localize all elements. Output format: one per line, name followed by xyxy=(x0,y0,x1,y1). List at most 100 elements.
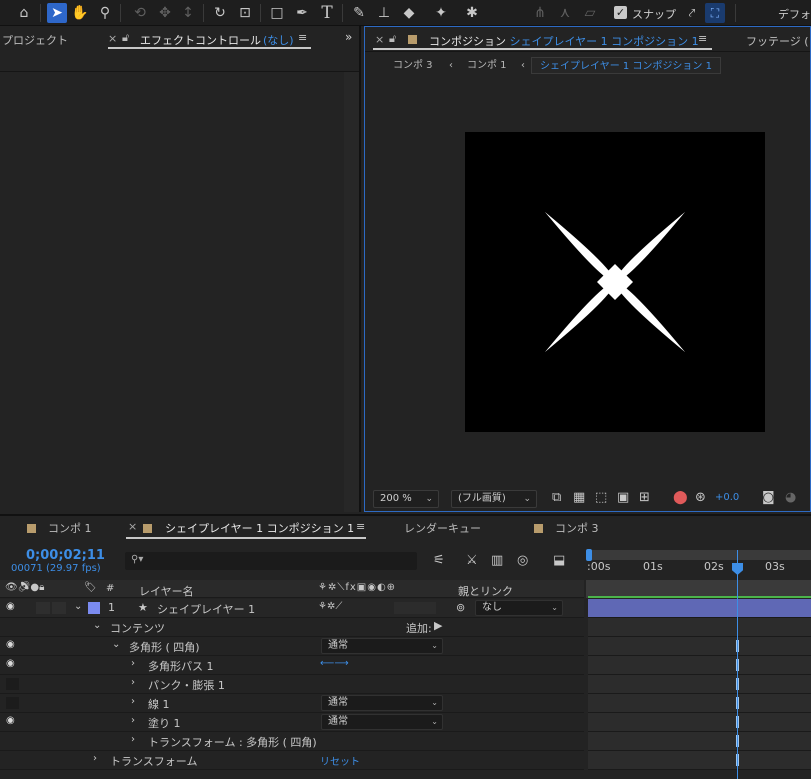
resolution-dropdown[interactable]: (フル画質) ⌄ xyxy=(451,490,537,508)
show-snapshot-icon[interactable]: ◕ xyxy=(785,490,796,505)
breadcrumb-item[interactable]: コンポ 3 xyxy=(393,57,433,74)
roto-brush-icon[interactable]: ✦ xyxy=(431,3,451,23)
frame-blending-icon[interactable]: ▥ xyxy=(491,553,503,568)
eye-icon[interactable]: ◉ xyxy=(6,639,15,650)
brush-tool-icon[interactable]: ✎ xyxy=(349,3,369,23)
blend-mode-dropdown[interactable]: 通常 ⌄ xyxy=(321,714,443,730)
lock-icon[interactable]: 🔓︎ xyxy=(122,31,129,45)
stroke-row[interactable]: › 線 1 通常 ⌄ xyxy=(0,694,584,713)
panel-menu-icon[interactable]: ≡ xyxy=(356,520,365,533)
blend-mode-dropdown[interactable]: 通常 ⌄ xyxy=(321,695,443,711)
color-management-icon[interactable]: ⊛ xyxy=(695,490,706,505)
chevron-right-icon[interactable]: › xyxy=(131,734,135,745)
rectangle-tool-icon[interactable]: □ xyxy=(267,3,287,23)
contents-row[interactable]: ⌄ コンテンツ 追加: ▶ xyxy=(0,618,584,637)
add-menu-icon[interactable]: ▶ xyxy=(434,619,442,632)
close-tab-icon[interactable]: × xyxy=(375,33,384,46)
close-tab-icon[interactable]: × xyxy=(128,520,137,533)
motion-blur-icon[interactable]: ◎ xyxy=(517,553,528,568)
switch-cells[interactable] xyxy=(394,602,436,614)
close-tab-icon[interactable]: × xyxy=(108,32,117,45)
snap-checkbox[interactable]: ✓ xyxy=(614,6,627,19)
tab-comp3[interactable]: コンポ 3 xyxy=(555,520,599,536)
puppet-pin-icon[interactable]: ✱ xyxy=(462,3,482,23)
path-direction-icon[interactable]: ⟵⟶ xyxy=(320,658,349,669)
tab-effect-controls[interactable]: エフェクトコントロール (なし) xyxy=(140,32,294,48)
pan-camera-icon[interactable]: ✥ xyxy=(155,3,175,23)
pen-tool-icon[interactable]: ✒ xyxy=(292,3,312,23)
chevron-right-icon[interactable]: › xyxy=(131,658,135,669)
mask-visibility-icon[interactable]: ⬚ xyxy=(595,490,607,505)
pickwhip-icon[interactable]: ⊚ xyxy=(456,601,465,614)
transform-row[interactable]: › トランスフォーム リセット xyxy=(0,751,584,770)
layer-search-input[interactable]: ⚲▾ xyxy=(125,552,417,570)
shy-layers-icon[interactable]: ⚔ xyxy=(466,553,478,568)
selection-tool-icon[interactable]: ➤ xyxy=(47,3,67,23)
zoom-dropdown[interactable]: 200 % ⌄ xyxy=(373,490,439,508)
panel-menu-icon[interactable]: ≡ xyxy=(298,31,307,44)
col-layer-name[interactable]: レイヤー名 xyxy=(139,583,194,599)
snap-target-icon[interactable]: ⛶ xyxy=(705,3,725,23)
current-time-indicator[interactable] xyxy=(737,550,738,779)
chevron-right-icon[interactable]: › xyxy=(131,696,135,707)
tab-footage[interactable]: フッテージ ( xyxy=(746,33,809,49)
polygon-group-row[interactable]: ◉ ⌄ 多角形 ( 四角) 通常 ⌄ xyxy=(0,637,584,656)
scrollbar[interactable] xyxy=(344,72,359,512)
pucker-bloat-row[interactable]: › パンク・膨張 1 xyxy=(0,675,584,694)
eye-icon[interactable]: ◉ xyxy=(6,658,15,669)
panel-menu-icon[interactable]: ≡ xyxy=(698,32,707,45)
zoom-tool-icon[interactable]: ⚲ xyxy=(95,3,115,23)
axis-local-icon[interactable]: ⋔ xyxy=(530,3,550,23)
fill-row[interactable]: ◉ › 塗り 1 通常 ⌄ xyxy=(0,713,584,732)
breadcrumb-item[interactable]: コンポ 1 xyxy=(467,57,507,74)
axis-view-icon[interactable]: ▱ xyxy=(580,3,600,23)
lock-icon[interactable]: 🔓︎ xyxy=(389,32,396,46)
layer-name[interactable]: シェイプレイヤー 1 xyxy=(157,601,255,617)
timecode[interactable]: 0;00;02;11 xyxy=(26,548,105,563)
clone-stamp-icon[interactable]: ⊥ xyxy=(374,3,394,23)
transform-polygon-row[interactable]: › トランスフォーム : 多角形 ( 四角) xyxy=(0,732,584,751)
fast-preview-icon[interactable]: ⧉ xyxy=(552,490,561,505)
tab-composition[interactable]: コンポジション シェイプレイヤー 1 コンポジション 1 xyxy=(429,33,699,49)
parent-dropdown[interactable]: なし ⌄ xyxy=(475,600,563,616)
comp-flowchart-icon[interactable]: ⚟ xyxy=(433,553,445,568)
col-parent-link[interactable]: 親とリンク xyxy=(458,583,513,599)
snapshot-icon[interactable]: ◙ xyxy=(762,490,775,505)
layer-duration-bar[interactable] xyxy=(588,599,811,618)
dolly-camera-icon[interactable]: ↕ xyxy=(178,3,198,23)
graph-editor-icon[interactable]: ⬓ xyxy=(553,553,565,568)
eraser-tool-icon[interactable]: ◆ xyxy=(399,3,419,23)
grid-guides-icon[interactable]: ⊞ xyxy=(639,490,650,505)
chevron-right-icon[interactable]: › xyxy=(131,715,135,726)
workspace-label[interactable]: デフォ xyxy=(778,6,811,22)
layer-switches-icon[interactable]: ⚘✲⟋ xyxy=(318,601,342,612)
exposure-value[interactable]: +0.0 xyxy=(715,492,739,503)
home-icon[interactable]: ⌂ xyxy=(14,3,34,23)
blend-mode-dropdown[interactable]: 通常 ⌄ xyxy=(321,638,443,654)
tab-comp1[interactable]: コンポ 1 xyxy=(48,520,92,536)
tab-shape-comp[interactable]: シェイプレイヤー 1 コンポジション 1 xyxy=(165,520,354,536)
layer-label-color[interactable] xyxy=(88,602,100,614)
work-area-bar[interactable] xyxy=(588,550,811,560)
tab-project[interactable]: プロジェクト xyxy=(2,32,68,48)
rotate-tool-icon[interactable]: ↻ xyxy=(210,3,230,23)
chevron-down-icon[interactable]: ⌄ xyxy=(74,601,82,612)
layer-row[interactable]: ◉ ⌄ 1 ★ シェイプレイヤー 1 ⚘✲⟋ ⊚ なし ⌄ xyxy=(0,599,584,618)
channel-icon[interactable]: ⬤ xyxy=(673,490,688,505)
orbit-camera-icon[interactable]: ⟲ xyxy=(130,3,150,23)
snap-option-icon[interactable]: ⤤ xyxy=(682,3,702,23)
reset-link[interactable]: リセット xyxy=(320,753,360,768)
expand-panels-icon[interactable]: » xyxy=(345,30,352,44)
star-shape[interactable] xyxy=(465,132,765,432)
type-tool-icon[interactable]: T xyxy=(317,3,337,23)
breadcrumb-active[interactable]: シェイプレイヤー 1 コンポジション 1 xyxy=(531,57,721,74)
anchor-tool-icon[interactable]: ⊡ xyxy=(235,3,255,23)
tab-render-queue[interactable]: レンダーキュー xyxy=(404,520,481,536)
hand-tool-icon[interactable]: ✋ xyxy=(70,3,90,23)
composition-canvas[interactable] xyxy=(465,132,765,432)
eye-icon[interactable]: ◉ xyxy=(6,715,15,726)
chevron-right-icon[interactable]: › xyxy=(131,677,135,688)
chevron-right-icon[interactable]: › xyxy=(93,753,97,764)
chevron-down-icon[interactable]: ⌄ xyxy=(93,620,101,631)
transparency-grid-icon[interactable]: ▦ xyxy=(573,490,585,505)
